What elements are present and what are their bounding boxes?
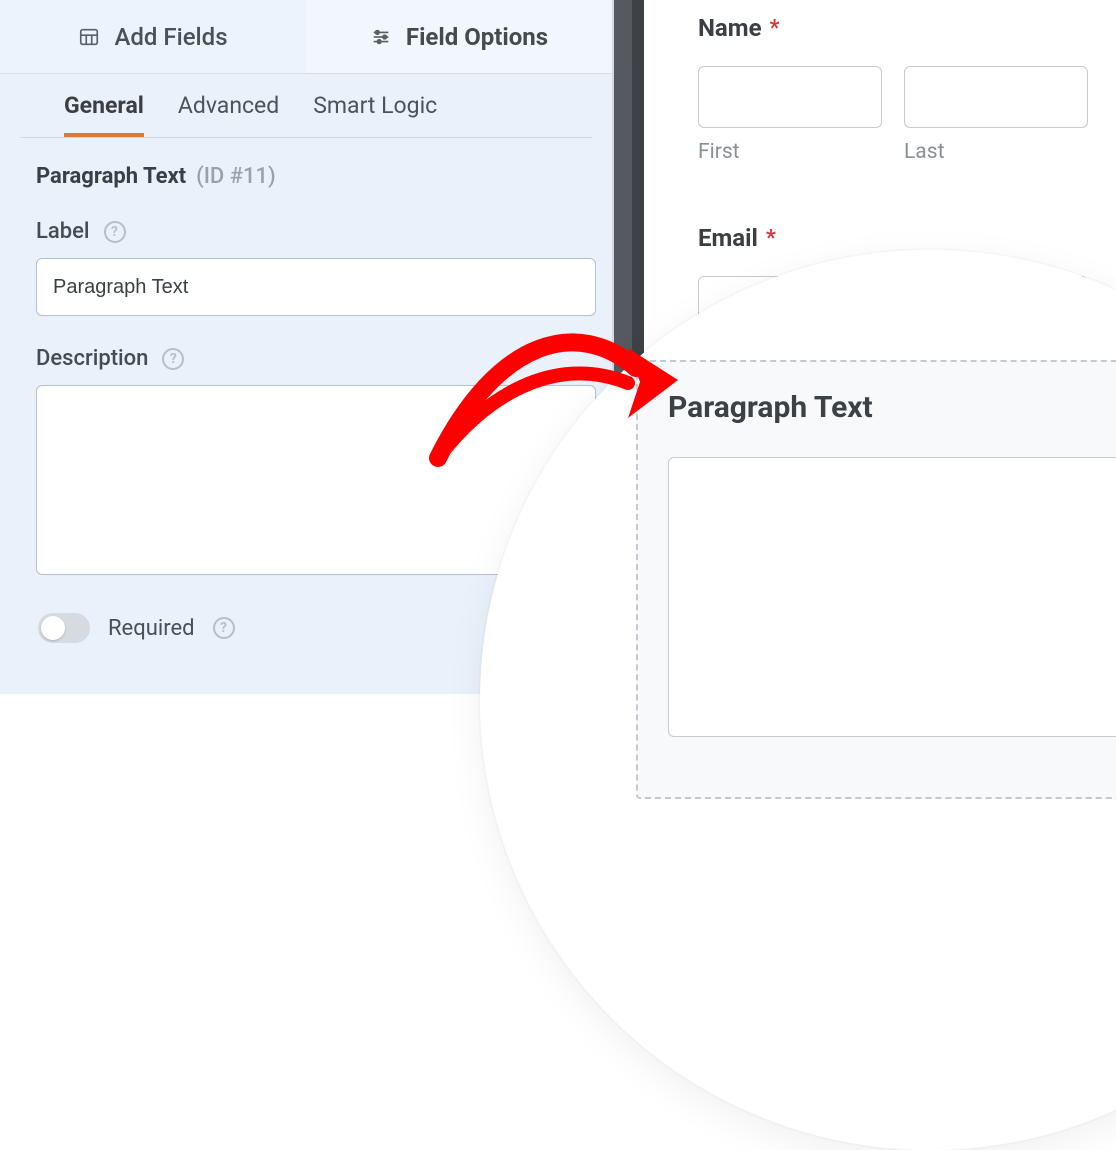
required-toggle[interactable]: [38, 613, 90, 643]
name-label-text: Name: [698, 14, 762, 42]
subtab-advanced[interactable]: Advanced: [178, 92, 279, 137]
label-input[interactable]: [36, 258, 596, 316]
grid-icon: [78, 26, 100, 48]
first-name-input[interactable]: [698, 66, 882, 128]
tab-field-options[interactable]: Field Options: [306, 0, 612, 74]
tab-add-fields-label: Add Fields: [114, 23, 227, 51]
top-tab-bar: Add Fields Field Options: [0, 0, 612, 74]
tab-add-fields[interactable]: Add Fields: [0, 0, 306, 74]
required-caption: Required: [108, 616, 195, 641]
last-name-input[interactable]: [904, 66, 1088, 128]
description-caption: Description: [36, 346, 148, 371]
paragraph-text-input[interactable]: [668, 457, 1116, 737]
paragraph-text-label: Paragraph Text: [668, 390, 1116, 425]
field-id: (ID #11): [196, 164, 276, 189]
subtab-smart-logic[interactable]: Smart Logic: [313, 92, 437, 137]
last-sublabel: Last: [904, 140, 1088, 164]
help-icon[interactable]: ?: [104, 221, 126, 243]
help-icon[interactable]: ?: [162, 348, 184, 370]
email-label-text: Email: [698, 224, 758, 252]
label-caption: Label: [36, 219, 90, 244]
sub-tab-bar: General Advanced Smart Logic: [20, 74, 592, 138]
toggle-knob: [41, 616, 65, 640]
row-label: Label ?: [36, 219, 576, 316]
required-star: *: [766, 226, 776, 251]
sliders-icon: [370, 26, 392, 48]
first-sublabel: First: [698, 140, 882, 164]
row-description: Description ?: [36, 346, 576, 579]
required-star: *: [770, 16, 780, 41]
paragraph-text-dropzone[interactable]: Paragraph Text: [636, 360, 1116, 799]
name-fields: First Last: [698, 66, 1088, 164]
subtab-general[interactable]: General: [64, 92, 144, 137]
field-type-title: Paragraph Text: [36, 164, 186, 189]
help-icon[interactable]: ?: [213, 617, 235, 639]
name-field-label: Name *: [698, 14, 1088, 42]
tab-field-options-label: Field Options: [406, 23, 548, 51]
